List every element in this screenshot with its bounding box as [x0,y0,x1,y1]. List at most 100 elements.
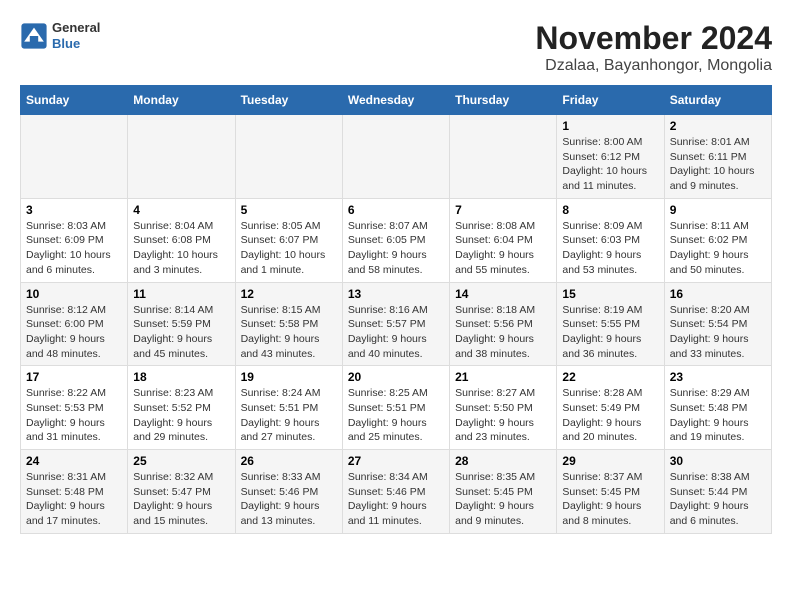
day-number: 25 [133,454,229,468]
day-info: Sunrise: 8:33 AM Sunset: 5:46 PM Dayligh… [241,470,337,529]
day-number: 3 [26,203,122,217]
day-number: 14 [455,287,551,301]
day-info: Sunrise: 8:38 AM Sunset: 5:44 PM Dayligh… [670,470,766,529]
day-number: 5 [241,203,337,217]
header-monday: Monday [128,86,235,115]
calendar-cell: 17 Sunrise: 8:22 AM Sunset: 5:53 PM Dayli… [21,366,128,450]
calendar-cell: 18 Sunrise: 8:23 AM Sunset: 5:52 PM Dayli… [128,366,235,450]
header-thursday: Thursday [450,86,557,115]
calendar-week-row: 1 Sunrise: 8:00 AM Sunset: 6:12 PM Daylig… [21,115,772,199]
calendar-cell: 29 Sunrise: 8:37 AM Sunset: 5:45 PM Dayli… [557,450,664,534]
day-info: Sunrise: 8:29 AM Sunset: 5:48 PM Dayligh… [670,386,766,445]
calendar-cell: 14 Sunrise: 8:18 AM Sunset: 5:56 PM Dayli… [450,282,557,366]
calendar-cell: 13Sunrise: 8:16 AM Sunset: 5:57 PM Dayli… [342,282,449,366]
calendar-cell: 7 Sunrise: 8:08 AM Sunset: 6:04 PM Daylig… [450,198,557,282]
day-info: Sunrise: 8:00 AM Sunset: 6:12 PM Dayligh… [562,135,658,194]
day-info: Sunrise: 8:01 AM Sunset: 6:11 PM Dayligh… [670,135,766,194]
day-number: 15 [562,287,658,301]
title-block: November 2024 Dzalaa, Bayanhongor, Mongo… [535,20,772,75]
calendar-cell [450,115,557,199]
day-number: 6 [348,203,444,217]
day-info: Sunrise: 8:05 AM Sunset: 6:07 PM Dayligh… [241,219,337,278]
calendar-cell: 1 Sunrise: 8:00 AM Sunset: 6:12 PM Daylig… [557,115,664,199]
day-info: Sunrise: 8:22 AM Sunset: 5:53 PM Dayligh… [26,386,122,445]
day-number: 28 [455,454,551,468]
page-subtitle: Dzalaa, Bayanhongor, Mongolia [535,57,772,75]
calendar-cell: 3 Sunrise: 8:03 AM Sunset: 6:09 PM Daylig… [21,198,128,282]
calendar-cell: 15 Sunrise: 8:19 AM Sunset: 5:55 PM Dayli… [557,282,664,366]
day-number: 13 [348,287,444,301]
page-title: November 2024 [535,20,772,57]
header-saturday: Saturday [664,86,771,115]
calendar-cell: 12Sunrise: 8:15 AM Sunset: 5:58 PM Dayli… [235,282,342,366]
calendar-cell: 16 Sunrise: 8:20 AM Sunset: 5:54 PM Dayli… [664,282,771,366]
day-number: 18 [133,370,229,384]
day-info: Sunrise: 8:08 AM Sunset: 6:04 PM Dayligh… [455,219,551,278]
calendar-cell [235,115,342,199]
day-info: Sunrise: 8:37 AM Sunset: 5:45 PM Dayligh… [562,470,658,529]
day-number: 16 [670,287,766,301]
day-number: 22 [562,370,658,384]
day-info: Sunrise: 8:14 AM Sunset: 5:59 PM Dayligh… [133,303,229,362]
calendar-cell: 22 Sunrise: 8:28 AM Sunset: 5:49 PM Dayli… [557,366,664,450]
day-info: Sunrise: 8:07 AM Sunset: 6:05 PM Dayligh… [348,219,444,278]
day-info: Sunrise: 8:04 AM Sunset: 6:08 PM Dayligh… [133,219,229,278]
day-number: 2 [670,119,766,133]
day-number: 1 [562,119,658,133]
page-header: General Blue November 2024 Dzalaa, Bayan… [20,20,772,75]
logo-icon [20,22,48,50]
day-number: 9 [670,203,766,217]
day-number: 12 [241,287,337,301]
day-number: 17 [26,370,122,384]
calendar-cell [342,115,449,199]
calendar-cell [21,115,128,199]
calendar-cell: 4Sunrise: 8:04 AM Sunset: 6:08 PM Daylig… [128,198,235,282]
calendar-cell: 8 Sunrise: 8:09 AM Sunset: 6:03 PM Daylig… [557,198,664,282]
day-number: 29 [562,454,658,468]
header-friday: Friday [557,86,664,115]
logo: General Blue [20,20,100,51]
day-info: Sunrise: 8:35 AM Sunset: 5:45 PM Dayligh… [455,470,551,529]
calendar-cell: 6 Sunrise: 8:07 AM Sunset: 6:05 PM Daylig… [342,198,449,282]
calendar-cell: 10 Sunrise: 8:12 AM Sunset: 6:00 PM Dayli… [21,282,128,366]
calendar-cell: 19 Sunrise: 8:24 AM Sunset: 5:51 PM Dayli… [235,366,342,450]
day-info: Sunrise: 8:32 AM Sunset: 5:47 PM Dayligh… [133,470,229,529]
day-number: 26 [241,454,337,468]
day-info: Sunrise: 8:28 AM Sunset: 5:49 PM Dayligh… [562,386,658,445]
day-info: Sunrise: 8:03 AM Sunset: 6:09 PM Dayligh… [26,219,122,278]
day-number: 10 [26,287,122,301]
day-number: 21 [455,370,551,384]
day-number: 23 [670,370,766,384]
calendar-week-row: 17 Sunrise: 8:22 AM Sunset: 5:53 PM Dayli… [21,366,772,450]
day-number: 8 [562,203,658,217]
day-info: Sunrise: 8:34 AM Sunset: 5:46 PM Dayligh… [348,470,444,529]
calendar-week-row: 3 Sunrise: 8:03 AM Sunset: 6:09 PM Daylig… [21,198,772,282]
calendar-cell: 25 Sunrise: 8:32 AM Sunset: 5:47 PM Dayli… [128,450,235,534]
day-info: Sunrise: 8:24 AM Sunset: 5:51 PM Dayligh… [241,386,337,445]
day-number: 24 [26,454,122,468]
calendar-cell: 21Sunrise: 8:27 AM Sunset: 5:50 PM Dayli… [450,366,557,450]
calendar-cell: 2 Sunrise: 8:01 AM Sunset: 6:11 PM Daylig… [664,115,771,199]
calendar-cell: 30 Sunrise: 8:38 AM Sunset: 5:44 PM Dayli… [664,450,771,534]
calendar-cell: 26 Sunrise: 8:33 AM Sunset: 5:46 PM Dayli… [235,450,342,534]
day-number: 20 [348,370,444,384]
day-info: Sunrise: 8:11 AM Sunset: 6:02 PM Dayligh… [670,219,766,278]
day-number: 19 [241,370,337,384]
logo-blue: Blue [52,36,100,52]
calendar-cell: 23 Sunrise: 8:29 AM Sunset: 5:48 PM Dayli… [664,366,771,450]
day-info: Sunrise: 8:19 AM Sunset: 5:55 PM Dayligh… [562,303,658,362]
calendar-cell: 11 Sunrise: 8:14 AM Sunset: 5:59 PM Dayli… [128,282,235,366]
calendar-cell: 24Sunrise: 8:31 AM Sunset: 5:48 PM Dayli… [21,450,128,534]
calendar-table: SundayMondayTuesdayWednesdayThursdayFrid… [20,85,772,534]
day-number: 11 [133,287,229,301]
day-number: 30 [670,454,766,468]
day-info: Sunrise: 8:23 AM Sunset: 5:52 PM Dayligh… [133,386,229,445]
day-info: Sunrise: 8:09 AM Sunset: 6:03 PM Dayligh… [562,219,658,278]
calendar-cell [128,115,235,199]
day-info: Sunrise: 8:20 AM Sunset: 5:54 PM Dayligh… [670,303,766,362]
header-sunday: Sunday [21,86,128,115]
day-info: Sunrise: 8:12 AM Sunset: 6:00 PM Dayligh… [26,303,122,362]
day-number: 7 [455,203,551,217]
day-info: Sunrise: 8:18 AM Sunset: 5:56 PM Dayligh… [455,303,551,362]
calendar-cell: 5 Sunrise: 8:05 AM Sunset: 6:07 PM Daylig… [235,198,342,282]
